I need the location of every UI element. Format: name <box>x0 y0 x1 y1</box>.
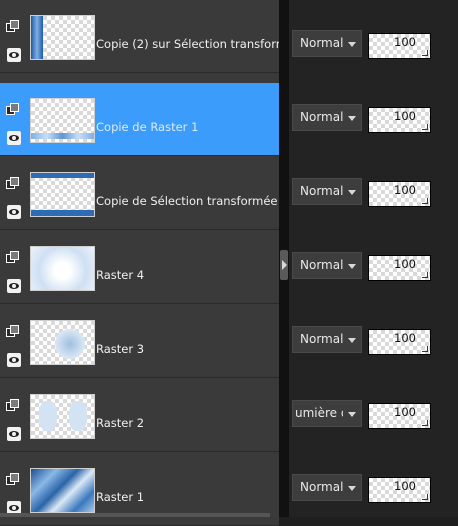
blend-mode-select[interactable]: Normal <box>292 178 362 205</box>
blend-mode-value: Normal <box>300 110 344 124</box>
layer-props-row: Normal 100 <box>289 74 458 147</box>
dropdown-arrow-icon[interactable] <box>343 475 361 500</box>
layer-name: Raster 2 <box>96 416 145 430</box>
layer-thumbnail <box>30 394 95 439</box>
opacity-value: 100 <box>394 35 416 49</box>
layer-row-raster-3[interactable]: Raster 3 <box>0 305 279 378</box>
eye-icon[interactable] <box>7 48 21 62</box>
opacity-field[interactable]: 100 <box>368 477 431 503</box>
raster-layer-icon <box>6 325 20 339</box>
opacity-field[interactable]: 100 <box>368 403 431 429</box>
resize-grip-icon <box>422 420 428 426</box>
blend-mode-value: Normal <box>300 480 344 494</box>
raster-layer-icon <box>6 177 20 191</box>
blend-mode-value: Normal <box>300 332 344 346</box>
blend-mode-select[interactable]: umière dur <box>292 400 362 427</box>
opacity-value: 100 <box>394 183 416 197</box>
eye-icon[interactable] <box>7 427 21 441</box>
raster-layer-icon <box>6 103 20 117</box>
eye-icon[interactable] <box>7 131 21 145</box>
layer-props-row: Normal 100 <box>289 148 458 221</box>
layer-properties-panel: Normal 100 Normal 100 Normal 100 Normal … <box>289 0 458 517</box>
eye-icon[interactable] <box>7 353 21 367</box>
layer-name: Copie (2) sur Sélection transformée <box>96 37 279 51</box>
layer-thumbnail <box>30 15 95 60</box>
resize-grip-icon <box>422 346 428 352</box>
layer-row-copie-selection[interactable]: Copie de Sélection transformée <box>0 157 279 230</box>
blend-mode-select[interactable]: Normal <box>292 252 362 279</box>
resize-grip-icon <box>422 272 428 278</box>
layer-name: Copie de Raster 1 <box>96 120 199 134</box>
layer-name: Raster 1 <box>96 490 145 504</box>
blend-mode-select[interactable]: Normal <box>292 474 362 501</box>
blend-mode-select[interactable]: Normal <box>292 30 362 57</box>
layer-props-row: Normal 100 <box>289 0 458 73</box>
layer-name: Raster 4 <box>96 268 145 282</box>
blend-mode-select[interactable]: Normal <box>292 326 362 353</box>
raster-layer-icon <box>6 20 20 34</box>
layers-list: Copie (2) sur Sélection transformée Copi… <box>0 0 279 526</box>
resize-grip-icon <box>422 124 428 130</box>
layer-name: Copie de Sélection transformée <box>96 194 278 208</box>
opacity-value: 100 <box>394 479 416 493</box>
blend-mode-value: Normal <box>300 36 344 50</box>
eye-icon[interactable] <box>7 279 21 293</box>
dropdown-arrow-icon[interactable] <box>343 31 361 56</box>
layer-thumbnail <box>30 98 95 143</box>
collapse-arrow-icon[interactable] <box>280 250 288 280</box>
horizontal-scrollbar[interactable] <box>0 513 270 517</box>
opacity-value: 100 <box>394 405 416 419</box>
dropdown-arrow-icon[interactable] <box>343 327 361 352</box>
raster-layer-icon <box>6 399 20 413</box>
layer-row-raster-2[interactable]: Raster 2 <box>0 379 279 452</box>
layer-name: Raster 3 <box>96 342 145 356</box>
opacity-field[interactable]: 100 <box>368 33 431 59</box>
dropdown-arrow-icon[interactable] <box>343 105 361 130</box>
blend-mode-value: Normal <box>300 258 344 272</box>
blend-mode-select[interactable]: Normal <box>292 104 362 131</box>
resize-grip-icon <box>422 494 428 500</box>
layer-row-raster-4[interactable]: Raster 4 <box>0 231 279 304</box>
eye-icon[interactable] <box>7 205 21 219</box>
resize-grip-icon <box>422 198 428 204</box>
layer-thumbnail <box>30 468 95 513</box>
blend-mode-value: Normal <box>300 184 344 198</box>
panel-splitter[interactable] <box>279 0 289 517</box>
opacity-field[interactable]: 100 <box>368 329 431 355</box>
layer-row-copie-raster-1[interactable]: Copie de Raster 1 <box>0 83 279 156</box>
layer-row-copie-2[interactable]: Copie (2) sur Sélection transformée <box>0 0 279 73</box>
layer-props-row: Normal 100 <box>289 444 458 517</box>
resize-grip-icon <box>422 50 428 56</box>
layer-thumbnail <box>30 246 95 291</box>
opacity-field[interactable]: 100 <box>368 107 431 133</box>
layer-props-row: umière dur 100 <box>289 370 458 443</box>
raster-layer-icon <box>6 473 20 487</box>
dropdown-arrow-icon[interactable] <box>343 253 361 278</box>
opacity-field[interactable]: 100 <box>368 181 431 207</box>
opacity-field[interactable]: 100 <box>368 255 431 281</box>
dropdown-arrow-icon[interactable] <box>343 179 361 204</box>
layer-thumbnail <box>30 172 95 217</box>
layer-props-row: Normal 100 <box>289 222 458 295</box>
raster-layer-icon <box>6 251 20 265</box>
layer-props-row: Normal 100 <box>289 296 458 369</box>
dropdown-arrow-icon[interactable] <box>343 401 361 426</box>
opacity-value: 100 <box>394 109 416 123</box>
layer-thumbnail <box>30 320 95 365</box>
opacity-value: 100 <box>394 257 416 271</box>
opacity-value: 100 <box>394 331 416 345</box>
